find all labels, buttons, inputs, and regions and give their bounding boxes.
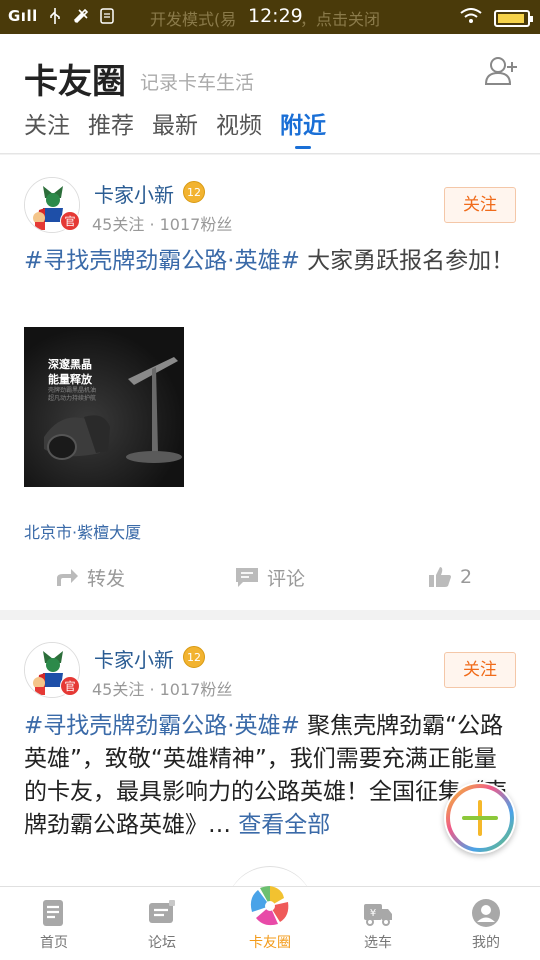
nav-home-label: 首页	[40, 935, 68, 951]
clock: 12:29	[248, 5, 303, 27]
topic-link[interactable]: #寻找壳牌劲霸公路·英雄#	[24, 713, 300, 739]
tab-nearby[interactable]: 附近	[280, 106, 326, 149]
header: 卡友圈 记录卡车生活 关注 推荐 最新 视频 附近	[0, 34, 540, 154]
comment-label: 评论	[266, 567, 305, 590]
nav-forum-label: 论坛	[148, 935, 176, 951]
comment-button[interactable]: 评论	[180, 557, 360, 597]
profile-icon	[472, 899, 500, 927]
pinwheel-icon[interactable]	[248, 884, 292, 928]
username[interactable]: 卡家小新	[94, 644, 174, 673]
repost-label: 转发	[86, 567, 125, 590]
plus-icon	[446, 784, 514, 852]
tab-video[interactable]: 视频	[216, 106, 262, 148]
home-doc-icon	[43, 900, 63, 926]
nav-choose-truck[interactable]: ¥ 选车	[324, 887, 432, 960]
lamp-product-illustration	[44, 357, 182, 463]
vip-level-badge: 12	[183, 181, 205, 203]
topic-link[interactable]: #寻找壳牌劲霸公路·英雄#	[24, 248, 300, 274]
status-right	[460, 8, 533, 28]
post-body: 大家勇跃报名参加！	[299, 248, 515, 274]
signal-indicator: Gıll	[8, 7, 38, 25]
tools-icon	[72, 8, 90, 24]
post-actions: 转发 评论 2	[0, 557, 540, 597]
official-badge: 官	[60, 676, 80, 696]
forum-icon	[149, 900, 175, 923]
usb-icon	[46, 8, 64, 24]
create-post-button[interactable]	[444, 782, 516, 854]
post-text[interactable]: #寻找壳牌劲霸公路·英雄# 大家勇跃报名参加！	[24, 245, 518, 278]
status-bar: Gıll 开发模式(易 12:29 ，点击关闭	[0, 0, 540, 34]
wifi-icon	[460, 8, 482, 28]
post-location[interactable]: 北京市·紫檀大厦	[24, 519, 141, 543]
official-badge: 官	[60, 211, 80, 231]
add-friend-icon[interactable]	[484, 54, 520, 88]
nav-choose-truck-label: 选车	[364, 935, 392, 951]
view-all-link[interactable]: 查看全部	[231, 812, 330, 838]
nav-forum[interactable]: 论坛	[108, 887, 216, 960]
battery-icon	[494, 9, 533, 27]
nav-profile[interactable]: 我的	[432, 887, 540, 960]
user-stats: 45关注 · 1017粉丝	[92, 215, 233, 234]
nav-home[interactable]: 首页	[0, 887, 108, 960]
tab-latest[interactable]: 最新	[152, 106, 198, 148]
like-button[interactable]: 2	[360, 557, 540, 597]
vip-level-badge: 12	[183, 646, 205, 668]
tab-following[interactable]: 关注	[24, 106, 70, 148]
post-card[interactable]: 官 卡家小新 12 45关注 · 1017粉丝 关注 #寻找壳牌劲霸公路·英雄#…	[0, 155, 540, 610]
follow-button[interactable]: 关注	[444, 652, 516, 688]
page-subtitle: 记录卡车生活	[140, 72, 255, 94]
page-title: 卡友圈	[24, 62, 126, 102]
post-image[interactable]: 深邃黑晶 能量释放 壳牌劲霸黑晶机油 超凡动力持续护航	[24, 327, 184, 487]
username[interactable]: 卡家小新	[94, 179, 174, 208]
tab-recommended[interactable]: 推荐	[88, 106, 134, 148]
comment-icon	[235, 568, 258, 587]
like-count: 2	[459, 566, 473, 588]
nav-profile-label: 我的	[472, 935, 500, 951]
dev-mode-notice[interactable]: 开发模式(易	[150, 6, 236, 30]
repost-icon	[56, 569, 78, 586]
nav-circle-label: 卡友圈	[249, 935, 291, 951]
truck-icon: ¥	[364, 904, 392, 926]
follow-button[interactable]: 关注	[444, 187, 516, 223]
post-card[interactable]: 官 卡家小新 12 45关注 · 1017粉丝 关注 #寻找壳牌劲霸公路·英雄#…	[0, 620, 540, 900]
thumbs-up-icon	[428, 567, 451, 587]
user-stats: 45关注 · 1017粉丝	[92, 680, 233, 699]
svg-text:¥: ¥	[370, 908, 376, 919]
apk-icon	[98, 8, 116, 24]
dev-mode-close-hint[interactable]: ，点击关闭	[300, 6, 380, 30]
status-left: Gıll	[8, 7, 116, 25]
repost-button[interactable]: 转发	[0, 557, 180, 597]
feed-tabs: 关注 推荐 最新 视频 附近	[24, 106, 326, 149]
